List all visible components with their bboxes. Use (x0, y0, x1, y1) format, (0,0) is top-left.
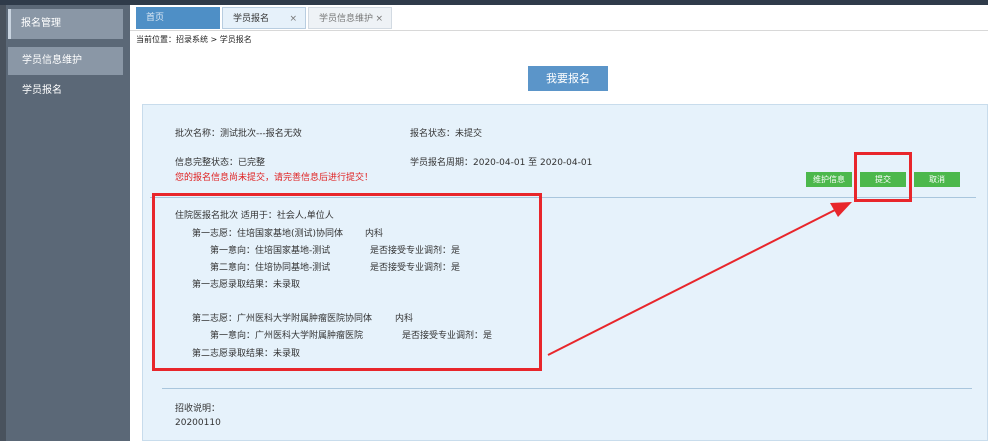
enroll-period: 学员报名周期：2020-04-01 至 2020-04-01 (410, 158, 593, 168)
tab-student-info[interactable]: 学员信息维护 × (308, 7, 392, 29)
info-complete-status: 信息完整状态：已完整 (175, 158, 266, 168)
recruit-value: 20200110 (175, 418, 221, 428)
recruit-label: 招收说明： (175, 404, 221, 414)
tab-home-label: 首页 (146, 13, 165, 23)
tab-bar: 首页 学员报名 × 学员信息维护 × (130, 5, 988, 31)
batch-name: 批次名称：测试批次---报名无效 (175, 129, 302, 139)
close-icon[interactable]: × (289, 8, 297, 30)
submit-highlight-box (854, 152, 912, 202)
warning-text: 您的报名信息尚未提交，请完善信息后进行提交！ (175, 173, 374, 183)
tab-student-enroll[interactable]: 学员报名 × (222, 7, 306, 29)
breadcrumb: 当前位置：招录系统 > 学员报名 (136, 35, 252, 44)
sidebar-item-student-info[interactable]: 学员信息维护 (8, 47, 123, 75)
maintain-info-button[interactable]: 维护信息 (806, 172, 852, 187)
enroll-status: 报名状态：未提交 (410, 129, 483, 139)
sidebar: 报名管理 学员信息维护 学员报名 (0, 5, 130, 441)
cancel-button[interactable]: 取消 (914, 172, 960, 187)
tab-student-enroll-label: 学员报名 (233, 14, 270, 24)
choices-highlight-box (152, 193, 542, 371)
tab-home[interactable]: 首页 (136, 7, 220, 29)
bottom-divider (162, 388, 972, 389)
close-icon[interactable]: × (375, 8, 383, 30)
tab-student-info-label: 学员信息维护 (319, 14, 374, 24)
sidebar-group-enroll-management[interactable]: 报名管理 (8, 9, 123, 39)
sidebar-item-student-enroll[interactable]: 学员报名 (8, 77, 123, 105)
enroll-button[interactable]: 我要报名 (528, 66, 608, 91)
sidebar-edge (0, 5, 6, 441)
